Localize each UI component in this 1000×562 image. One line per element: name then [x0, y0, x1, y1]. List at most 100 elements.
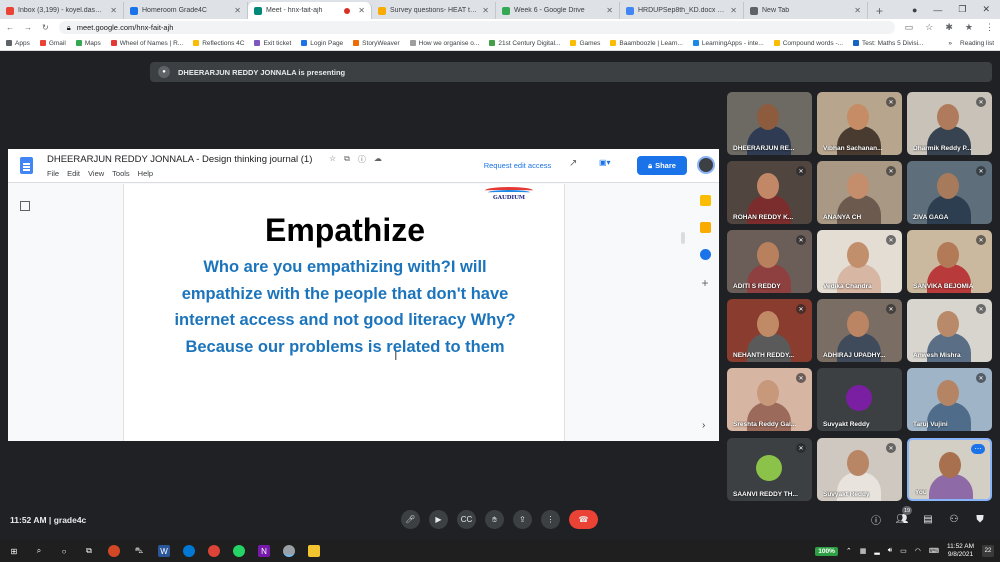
search-icon[interactable]: ⌕ — [33, 545, 45, 557]
close-tab-icon[interactable]: ✕ — [358, 6, 365, 15]
doc-menu-item[interactable]: Edit — [67, 169, 80, 178]
bookmark-item[interactable]: LearningApps - inte... — [692, 40, 764, 47]
people-icon[interactable]: 👥︎ 19 — [895, 506, 912, 526]
participant-tile[interactable]: ⋯ You — [907, 438, 992, 501]
reload-icon[interactable]: ↻ — [42, 23, 49, 32]
word-icon[interactable]: W — [158, 545, 170, 557]
participant-tile[interactable]: ✕ Dharmik Reddy P... — [907, 92, 992, 155]
cortana-icon[interactable]: ○ — [58, 545, 70, 557]
chevron-right-icon[interactable]: › — [702, 420, 705, 431]
network-icon[interactable]: ▂ — [874, 547, 879, 555]
close-tab-icon[interactable]: ✕ — [730, 6, 737, 15]
browser-tab[interactable]: Meet - hnx-fait-ajh ✕ — [248, 2, 372, 19]
bookmark-item[interactable]: Reflections 4C — [193, 40, 244, 47]
maximize-button[interactable]: ❐ — [958, 4, 966, 15]
present-now-button[interactable]: ⇪ — [513, 510, 532, 529]
doc-menu-item[interactable]: Tools — [112, 169, 130, 178]
doc-menu-item[interactable]: View — [88, 169, 104, 178]
notification-center-icon[interactable]: 22 — [982, 545, 994, 557]
close-tab-icon[interactable]: ✕ — [234, 6, 241, 15]
browser-tab[interactable]: Inbox (3,199) - koyel.das@theg... ✕ — [0, 2, 124, 19]
reading-list-icon[interactable]: ★ — [965, 22, 973, 33]
participant-tile[interactable]: ✕ NEHANTH REDDY... — [727, 299, 812, 362]
tray-up-icon[interactable]: ⌃ — [846, 547, 852, 555]
bookmark-item[interactable]: Apps — [6, 40, 30, 47]
bookmark-item[interactable]: Gmail — [39, 40, 66, 47]
reading-list-button[interactable]: Reading list — [960, 40, 994, 47]
browser-tab[interactable]: HRDUPSep8th_KD.docx - Googl ✕ — [620, 2, 744, 19]
present-icon[interactable]: ▣▾ — [599, 158, 611, 167]
participant-tile[interactable]: ✕ ADITI S REDDY — [727, 230, 812, 293]
close-tab-icon[interactable]: ✕ — [110, 6, 117, 15]
participant-tile[interactable]: ✕ Vedika Chandra — [817, 230, 902, 293]
bookmark-item[interactable]: How we organise o... — [409, 40, 479, 47]
participant-tile[interactable]: ✕ Anwesh Mishra — [907, 299, 992, 362]
participant-tile[interactable]: ✕ Vibhan Sachanan... — [817, 92, 902, 155]
mic-button[interactable]: 🎤︎ — [401, 510, 420, 529]
new-tab-button[interactable]: + — [868, 2, 891, 19]
participant-tile[interactable]: ✕ SANVIKA BEJOMIA — [907, 230, 992, 293]
participant-tile[interactable]: ✕ Sreshta Reddy Gal... — [727, 368, 812, 431]
move-icon[interactable]: ⧉ — [344, 154, 350, 165]
menu-dots-icon[interactable]: ⋮ — [985, 22, 994, 33]
chat-icon[interactable]: ▤ — [921, 512, 935, 526]
chrome-active-icon[interactable] — [283, 545, 295, 557]
bookmark-item[interactable]: Baamboozle | Learn... — [610, 40, 683, 47]
bookmark-item[interactable]: Games — [570, 40, 600, 47]
bookmark-star-icon[interactable]: ☆ — [925, 22, 933, 33]
tile-more-icon[interactable]: ⋯ — [971, 444, 985, 454]
task-view-icon[interactable]: ⧉ — [83, 545, 95, 557]
bookmark-item[interactable]: Maps — [75, 40, 101, 47]
url-field[interactable]: 🔒︎ meet.google.com/hnx-fait-ajh — [58, 21, 895, 34]
browser-tab[interactable]: Survey questions- HEAT team - ✕ — [372, 2, 496, 19]
camera-button[interactable]: ▶ — [429, 510, 448, 529]
tray-app-icon[interactable]: ▦ — [860, 547, 867, 555]
doc-title[interactable]: DHEERARJUN REDDY JONNALA - Design thinki… — [47, 154, 312, 165]
minimize-button[interactable]: — — [933, 5, 942, 15]
bookmark-item[interactable]: Login Page — [301, 40, 343, 47]
activities-icon[interactable]: ⚇ — [947, 512, 961, 526]
participant-tile[interactable]: DHEERARJUN RE... — [727, 92, 812, 155]
cloud-icon[interactable]: ☁ — [374, 154, 382, 165]
powerpoint-icon[interactable] — [108, 545, 120, 557]
share-button[interactable]: 🔒︎ Share — [637, 156, 687, 175]
close-tab-icon[interactable]: ✕ — [482, 6, 489, 15]
account-avatar[interactable] — [697, 156, 715, 174]
raise-hand-button[interactable]: ✋︎ — [485, 510, 504, 529]
bookmark-item[interactable]: Wheel of Names | R... — [110, 40, 183, 47]
bookmark-item[interactable]: StoryWeaver — [353, 40, 400, 47]
camera-permission-icon[interactable]: ▭ — [905, 22, 914, 33]
file-explorer-icon[interactable] — [308, 545, 320, 557]
language-icon[interactable]: ⌨ — [929, 547, 939, 555]
edge-icon[interactable] — [183, 545, 195, 557]
doc-scrollbar[interactable] — [681, 232, 685, 244]
store-icon[interactable]: ⛍ — [133, 545, 145, 557]
forward-icon[interactable]: → — [24, 23, 32, 32]
more-options-button[interactable]: ⋮ — [541, 510, 560, 529]
battery-indicator[interactable]: 100% — [815, 546, 838, 556]
chrome-icon[interactable] — [208, 545, 220, 557]
clock[interactable]: 11:52 AM 9/8/2021 — [947, 543, 974, 559]
participant-tile[interactable]: ✕ Taruj Vujini — [907, 368, 992, 431]
calendar-icon[interactable] — [699, 195, 711, 206]
participant-tile[interactable]: ✕ ANANYA CH — [817, 161, 902, 224]
star-icon[interactable]: ☆ — [329, 154, 336, 165]
browser-tab[interactable]: Week 6 - Google Drive ✕ — [496, 2, 620, 19]
bookmarks-more-button[interactable]: » — [948, 40, 952, 47]
docs-logo-icon[interactable] — [20, 157, 33, 174]
start-icon[interactable]: ⊞ — [8, 545, 20, 557]
leave-call-button[interactable]: ☎ — [569, 510, 598, 529]
onenote-icon[interactable]: N — [258, 545, 270, 557]
participant-tile[interactable]: Suvyakt Reddy — [817, 368, 902, 431]
bookmark-item[interactable]: Exit ticket — [254, 40, 291, 47]
extensions-icon[interactable]: ✱ — [945, 22, 953, 33]
wifi-icon[interactable]: ◠ — [915, 547, 921, 555]
tasks-icon[interactable] — [699, 249, 711, 260]
info-icon[interactable]: ⓘ — [358, 154, 366, 165]
bookmark-item[interactable]: Test: Maths 5 Divisi... — [853, 40, 923, 47]
request-edit-button[interactable]: Request edit access — [475, 156, 560, 175]
profile-icon[interactable]: ● — [912, 5, 917, 15]
activity-icon[interactable]: ↗ — [569, 158, 577, 169]
doc-menu-item[interactable]: File — [47, 169, 59, 178]
participant-tile[interactable]: ✕ Suvyakt Reddy — [817, 438, 902, 501]
